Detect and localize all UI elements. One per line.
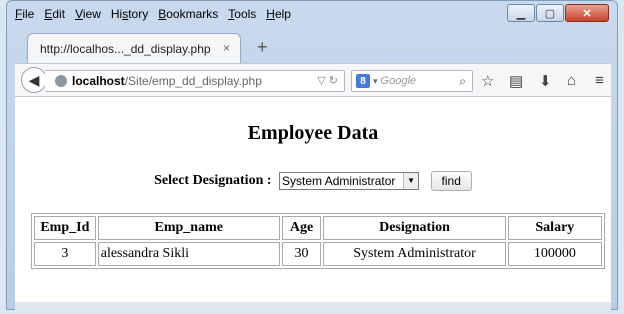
menu-bar: File Edit View History Bookmarks Tools H… — [15, 7, 301, 25]
tab-close-icon[interactable]: × — [223, 41, 230, 55]
menu-tools[interactable]: Tools — [228, 7, 256, 25]
menu-view[interactable]: View — [75, 7, 101, 25]
bookmarks-menu-icon[interactable]: ▤ — [509, 72, 523, 90]
downloads-icon[interactable]: ⬇ — [539, 72, 552, 90]
column-header-emp-id: Emp_Id — [34, 216, 96, 240]
menu-file[interactable]: File — [15, 7, 34, 25]
url-host: localhost — [72, 74, 125, 88]
globe-icon — [55, 75, 67, 87]
search-placeholder: Google — [380, 75, 417, 87]
home-icon[interactable]: ⌂ — [567, 72, 576, 89]
column-header-designation: Designation — [323, 216, 506, 240]
cell-designation: System Administrator — [323, 242, 506, 266]
table-header-row: Emp_Id Emp_name Age Designation Salary — [34, 216, 602, 240]
browser-window: File Edit View History Bookmarks Tools H… — [6, 0, 618, 310]
column-header-salary: Salary — [507, 216, 602, 240]
employee-table: Emp_Id Emp_name Age Designation Salary 3… — [31, 213, 605, 269]
table-row: 3 alessandra Sikli 30 System Administrat… — [34, 242, 602, 266]
cell-emp-name: alessandra Sikli — [97, 242, 280, 266]
back-button[interactable]: ◀ — [21, 67, 47, 93]
url-bar[interactable]: localhost/Site/emp_dd_display.php ▽ ↻ — [45, 70, 345, 92]
menu-help[interactable]: Help — [266, 7, 291, 25]
designation-select-value: System Administrator — [282, 174, 396, 188]
tab-bar: http://localhos..._dd_display.php × + — [15, 33, 611, 63]
menu-history[interactable]: History — [111, 7, 148, 25]
reload-icon[interactable]: ▽ ↻ — [317, 74, 338, 87]
search-icon[interactable]: ⌕ — [459, 74, 466, 89]
select-designation-label: Select Designation : — [154, 173, 272, 189]
navigation-toolbar: ◀ localhost/Site/emp_dd_display.php ▽ ↻ … — [15, 63, 611, 97]
cell-emp-id: 3 — [34, 242, 96, 266]
search-bar[interactable]: 8 ▾ Google ⌕ — [351, 70, 473, 92]
find-button[interactable]: find — [430, 171, 472, 191]
page-content: Employee Data Select Designation : Syste… — [15, 97, 611, 302]
chevron-down-icon: ▼ — [403, 173, 419, 189]
search-engine-badge[interactable]: 8 — [356, 74, 370, 88]
filter-row: Select Designation : System Administrato… — [15, 171, 611, 191]
url-path: /Site/emp_dd_display.php — [124, 74, 262, 88]
status-bar — [15, 302, 611, 310]
menu-edit[interactable]: Edit — [44, 7, 65, 25]
bookmark-star-icon[interactable]: ☆ — [481, 72, 494, 90]
column-header-emp-name: Emp_name — [97, 216, 280, 240]
tab-title: http://localhos..._dd_display.php — [40, 41, 211, 56]
menu-bookmarks[interactable]: Bookmarks — [158, 7, 218, 25]
cell-age: 30 — [281, 242, 322, 266]
column-header-age: Age — [281, 216, 322, 240]
close-window-button[interactable]: ✕ — [565, 4, 609, 22]
back-arrow-icon: ◀ — [28, 71, 40, 88]
page-title: Employee Data — [247, 122, 379, 144]
maximize-button[interactable]: ▢ — [536, 4, 564, 22]
new-tab-button[interactable]: + — [257, 37, 268, 58]
minimize-button[interactable]: ▁ — [507, 4, 535, 22]
designation-select[interactable]: System Administrator ▼ — [279, 172, 420, 190]
tab-emp-display[interactable]: http://localhos..._dd_display.php × — [27, 33, 241, 63]
search-engine-dropdown-icon[interactable]: ▾ — [373, 76, 378, 87]
cell-salary: 100000 — [507, 242, 602, 266]
window-controls: ▁ ▢ ✕ — [507, 4, 609, 22]
hamburger-menu-icon[interactable]: ≡ — [595, 72, 604, 89]
